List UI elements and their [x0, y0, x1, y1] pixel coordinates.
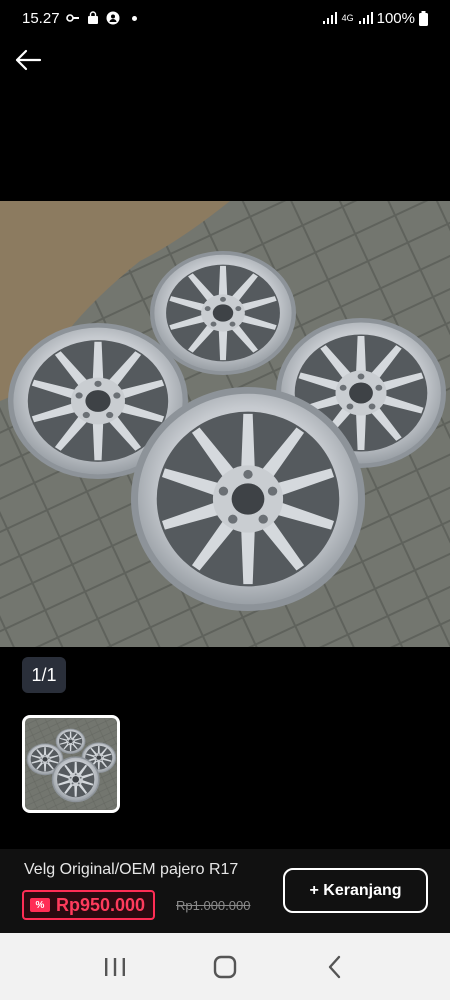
- home-icon: [213, 955, 237, 978]
- product-title: Velg Original/OEM pajero R17: [24, 861, 239, 878]
- add-to-cart-button[interactable]: + Keranjang: [283, 868, 428, 913]
- back-nav-button[interactable]: [315, 947, 355, 987]
- wheels-image: [0, 201, 450, 647]
- arrow-left-icon: [15, 49, 42, 71]
- thumbnail-image: [25, 718, 117, 810]
- key-icon: [65, 14, 79, 22]
- notification-dot-icon: [131, 15, 137, 21]
- shopping-bag-icon: [87, 11, 98, 24]
- product-price: Rp950.000: [56, 894, 146, 915]
- signal-2-icon: [358, 12, 373, 24]
- thumbnail-selected[interactable]: [22, 715, 120, 813]
- price-badge: % Rp950.000: [22, 890, 156, 920]
- recent-apps-button[interactable]: [95, 947, 135, 987]
- battery-icon: [419, 10, 428, 26]
- original-price: Rp1.000.000: [176, 898, 251, 913]
- recent-apps-icon: [105, 957, 125, 976]
- battery-percentage: 100%: [376, 9, 415, 27]
- account-icon: [106, 11, 120, 25]
- image-counter: 1/1: [22, 657, 66, 693]
- back-button[interactable]: [12, 44, 44, 76]
- product-photo[interactable]: [0, 201, 450, 647]
- discount-tag-icon: %: [30, 898, 50, 912]
- status-time: 15.27: [22, 9, 60, 27]
- status-bar: 15.27 4G 100%: [0, 0, 450, 36]
- signal-icon: [322, 12, 337, 24]
- chevron-left-icon: [328, 955, 341, 978]
- system-nav-bar: [0, 933, 450, 1000]
- home-button[interactable]: [205, 947, 245, 987]
- product-info-bar: Velg Original/OEM pajero R17 % Rp950.000…: [0, 849, 450, 933]
- network-type: 4G: [341, 12, 354, 23]
